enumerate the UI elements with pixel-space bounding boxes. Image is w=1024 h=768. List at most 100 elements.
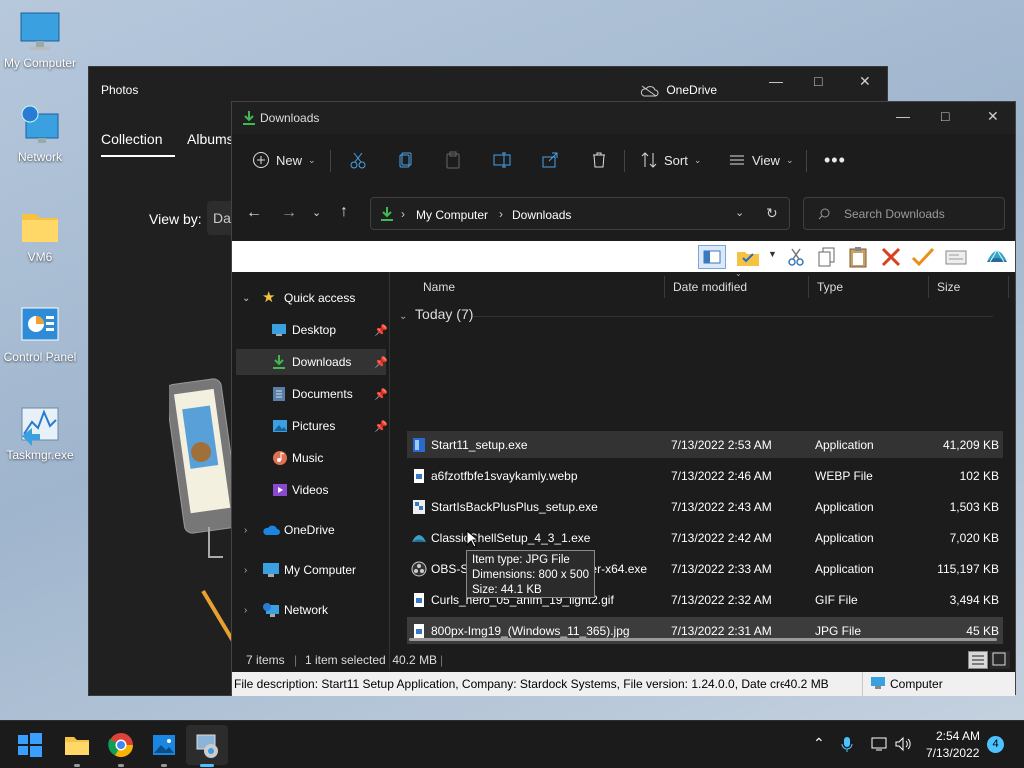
photos-onedrive-status[interactable]: OneDrive bbox=[639, 83, 717, 97]
file-date: 7/13/2022 2:32 AM bbox=[671, 593, 772, 607]
sort-button[interactable]: Sort ⌄ bbox=[640, 146, 701, 174]
explorer-maximize-button[interactable]: □ bbox=[941, 108, 949, 124]
desktop-icon-network[interactable]: Network bbox=[0, 104, 80, 164]
nav-downloads[interactable]: Downloads 📌 bbox=[236, 349, 388, 375]
breadcrumb-downloads[interactable]: Downloads bbox=[512, 208, 571, 222]
address-history-dropdown[interactable]: ⌄ bbox=[735, 206, 744, 219]
nav-music[interactable]: Music bbox=[236, 445, 386, 471]
table-row[interactable]: Start11_setup.exe 7/13/2022 2:53 AM Appl… bbox=[407, 431, 1003, 458]
nav-documents[interactable]: Documents 📌 bbox=[236, 381, 388, 407]
file-tooltip: Item type: JPG File Dimensions: 800 x 50… bbox=[466, 550, 595, 598]
share-button[interactable] bbox=[541, 146, 559, 174]
active-indicator bbox=[200, 764, 214, 767]
explorer-minimize-button[interactable]: — bbox=[896, 108, 910, 124]
table-row[interactable]: ClassicShellSetup_4_3_1.exe 7/13/2022 2:… bbox=[407, 524, 1003, 551]
rename-icon bbox=[493, 152, 511, 168]
volume-icon[interactable] bbox=[894, 736, 912, 752]
file-description: File description: Start11 Setup Applicat… bbox=[234, 677, 784, 691]
nav-quick-access[interactable]: ⌄ ★ Quick access bbox=[236, 285, 386, 311]
desktop-icon-my-computer[interactable]: My Computer bbox=[0, 10, 80, 70]
back-button[interactable]: ← bbox=[246, 204, 262, 222]
desktop-icon-control-panel[interactable]: Control Panel bbox=[0, 304, 80, 364]
network-status-icon[interactable] bbox=[870, 736, 888, 752]
folder-icon bbox=[18, 204, 62, 248]
explorer-titlebar[interactable]: Downloads — □ ✕ bbox=[232, 102, 1015, 134]
desktop-icon-taskmgr[interactable]: Taskmgr.exe bbox=[0, 402, 80, 462]
tab-albums[interactable]: Albums bbox=[187, 131, 234, 147]
file-explorer-taskbar-icon[interactable] bbox=[61, 729, 93, 761]
column-name[interactable]: Name bbox=[415, 276, 665, 298]
photos-close-button[interactable]: ✕ bbox=[859, 73, 871, 90]
navigation-pane-button[interactable] bbox=[698, 245, 726, 269]
clipboard-icon[interactable] bbox=[847, 246, 869, 268]
clock-date[interactable]: 7/13/2022 bbox=[926, 746, 979, 760]
column-date-modified[interactable]: Date modified bbox=[665, 276, 809, 298]
microphone-icon[interactable] bbox=[840, 736, 854, 754]
file-date: 7/13/2022 2:42 AM bbox=[671, 531, 772, 545]
monitor-icon bbox=[871, 677, 885, 689]
photos-maximize-button[interactable]: □ bbox=[814, 73, 822, 89]
refresh-icon[interactable]: ↻ bbox=[766, 205, 778, 222]
download-arrow-icon bbox=[381, 207, 393, 221]
paste-button[interactable] bbox=[444, 146, 462, 174]
view-button[interactable]: View ⌄ bbox=[728, 146, 794, 174]
explorer-close-button[interactable]: ✕ bbox=[987, 108, 999, 125]
new-button[interactable]: New ⌄ bbox=[252, 146, 316, 174]
address-bar[interactable]: › My Computer › Downloads ⌄ ↻ bbox=[370, 197, 790, 230]
rename-button[interactable] bbox=[493, 146, 511, 174]
file-type: WEBP File bbox=[815, 469, 873, 483]
download-arrow-icon bbox=[273, 355, 285, 369]
nav-network[interactable]: › Network bbox=[236, 597, 386, 623]
file-date: 7/13/2022 2:31 AM bbox=[671, 624, 772, 638]
file-date: 7/13/2022 2:43 AM bbox=[671, 500, 772, 514]
up-button[interactable]: ↑ bbox=[340, 203, 348, 221]
chrome-icon[interactable] bbox=[105, 729, 137, 761]
properties-icon[interactable] bbox=[944, 246, 968, 268]
downloads-explorer-taskbar-icon[interactable] bbox=[191, 729, 223, 761]
nav-videos[interactable]: Videos bbox=[236, 477, 386, 503]
nav-onedrive[interactable]: › OneDrive bbox=[236, 517, 386, 543]
nav-desktop[interactable]: Desktop 📌 bbox=[236, 317, 388, 343]
photos-taskbar-icon[interactable] bbox=[148, 729, 180, 761]
pin-icon: 📌 bbox=[374, 356, 388, 369]
delete-button[interactable] bbox=[590, 146, 608, 174]
recent-locations-button[interactable]: ⌄ bbox=[312, 206, 321, 219]
nav-pictures[interactable]: Pictures 📌 bbox=[236, 413, 388, 439]
more-options-button[interactable]: ••• bbox=[824, 146, 846, 174]
new-label: New bbox=[276, 152, 303, 168]
search-input[interactable]: Search Downloads bbox=[803, 197, 1005, 230]
breadcrumb-my-computer[interactable]: My Computer bbox=[416, 208, 488, 222]
scissors-icon[interactable] bbox=[785, 246, 807, 268]
running-indicator bbox=[161, 764, 167, 767]
forward-button[interactable]: → bbox=[281, 204, 297, 222]
classic-shell-icon[interactable] bbox=[984, 244, 1010, 270]
notification-badge[interactable]: 4 bbox=[987, 736, 1004, 753]
large-icons-view-button[interactable] bbox=[990, 651, 1010, 669]
toolbar-separator bbox=[624, 150, 625, 172]
music-icon bbox=[273, 451, 287, 465]
tab-collection[interactable]: Collection bbox=[101, 131, 162, 147]
cut-button[interactable] bbox=[349, 146, 367, 174]
details-view-button[interactable] bbox=[968, 651, 988, 669]
desktop-icon-vm6[interactable]: VM6 bbox=[0, 204, 80, 264]
select-folder-icon[interactable] bbox=[735, 246, 761, 268]
table-row[interactable]: StartIsBackPlusPlus_setup.exe 7/13/2022 … bbox=[407, 493, 1003, 520]
explorer-window[interactable]: Downloads — □ ✕ New ⌄ Sort ⌄ View ⌄ ••• bbox=[231, 101, 1016, 696]
copy-button[interactable] bbox=[397, 146, 415, 174]
chevron-down-icon[interactable]: ▼ bbox=[768, 249, 777, 259]
delete-x-icon[interactable] bbox=[880, 246, 902, 268]
nav-my-computer[interactable]: › My Computer bbox=[236, 557, 386, 583]
photos-minimize-button[interactable]: — bbox=[769, 73, 783, 89]
chevron-right-icon: › bbox=[244, 564, 248, 576]
checkmark-icon[interactable] bbox=[911, 246, 935, 268]
show-hidden-icons-button[interactable]: ⌃ bbox=[813, 735, 825, 752]
column-size[interactable]: Size bbox=[929, 276, 1009, 298]
copy-icon bbox=[399, 152, 412, 168]
table-row[interactable]: a6fzotfbfe1svaykamly.webp 7/13/2022 2:46… bbox=[407, 462, 1003, 489]
column-type[interactable]: Type bbox=[809, 276, 929, 298]
start-button[interactable] bbox=[14, 729, 46, 761]
group-header-today[interactable]: ⌄ Today (7) bbox=[399, 306, 473, 322]
horizontal-scrollbar[interactable] bbox=[409, 638, 997, 641]
clock-time[interactable]: 2:54 AM bbox=[936, 729, 980, 743]
copy-icon[interactable] bbox=[816, 246, 838, 268]
